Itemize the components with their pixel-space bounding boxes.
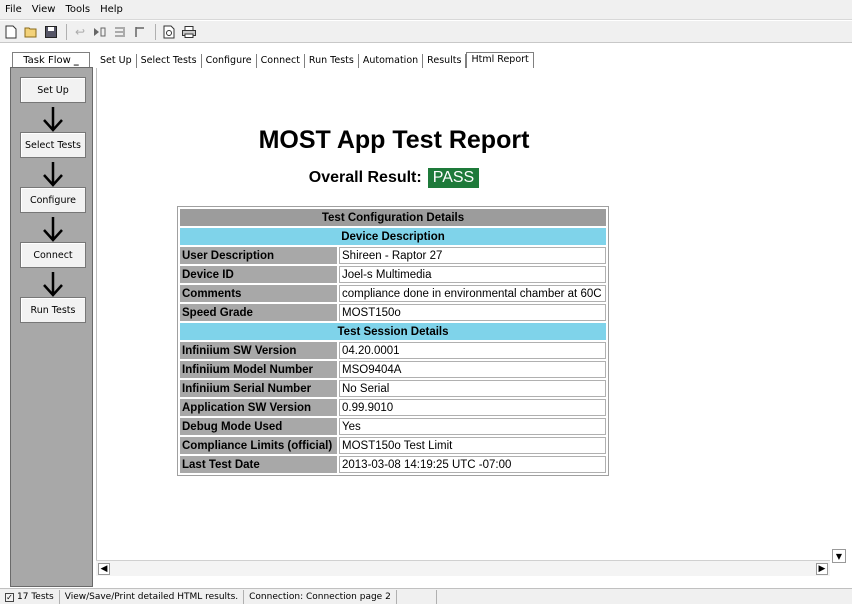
taskflow-run-tests-button[interactable]: Run Tests xyxy=(20,297,86,323)
menu-view[interactable]: View xyxy=(27,0,61,20)
print-icon[interactable] xyxy=(180,23,198,41)
row-label: Last Test Date xyxy=(180,456,337,473)
section-header-row: Device Description xyxy=(180,228,606,245)
new-icon[interactable] xyxy=(2,23,20,41)
menu-tools[interactable]: Tools xyxy=(60,0,95,20)
row-value: MSO9404A xyxy=(339,361,606,378)
status-hint: View/Save/Print detailed HTML results. xyxy=(60,589,245,604)
toolbar: ↩ xyxy=(0,21,852,43)
table-row: Infiniium Serial Number No Serial xyxy=(180,380,606,397)
status-bar: ✓ 17 Tests View/Save/Print detailed HTML … xyxy=(0,588,852,604)
result-badge: PASS xyxy=(427,168,480,188)
stop-icon[interactable] xyxy=(111,23,129,41)
undo-icon[interactable]: ↩ xyxy=(71,23,89,41)
row-value: Yes xyxy=(339,418,606,435)
config-table: Test Configuration Details Device Descri… xyxy=(177,206,609,476)
row-label: Comments xyxy=(180,285,337,302)
toolbar-separator xyxy=(155,23,156,40)
print-preview-icon[interactable] xyxy=(160,23,178,41)
tests-count-label: 17 Tests xyxy=(17,591,54,602)
row-label: Infiniium SW Version xyxy=(180,342,337,359)
tab-results[interactable]: Results xyxy=(423,54,467,69)
row-value: Shireen - Raptor 27 xyxy=(339,247,606,264)
row-label: Debug Mode Used xyxy=(180,418,337,435)
section-title: Test Session Details xyxy=(180,323,606,340)
tab-strip: Set Up Select Tests Configure Connect Ru… xyxy=(96,52,534,69)
flow-arrow-icon xyxy=(43,162,63,187)
taskflow-panel: Set Up Select Tests Configure Connect Ru… xyxy=(10,67,93,587)
overall-result-label: Overall Result: xyxy=(308,169,422,186)
taskflow-setup-button[interactable]: Set Up xyxy=(20,77,86,103)
report-pane: MOST App Test Report Overall Result: PASS… xyxy=(96,68,846,575)
table-title: Test Configuration Details xyxy=(180,209,606,226)
scroll-right-icon[interactable]: ▶ xyxy=(816,563,828,575)
section-header-row: Test Session Details xyxy=(180,323,606,340)
table-row: Debug Mode Used Yes xyxy=(180,418,606,435)
row-value: 04.20.0001 xyxy=(339,342,606,359)
table-row: User Description Shireen - Raptor 27 xyxy=(180,247,606,264)
row-value: MOST150o Test Limit xyxy=(339,437,606,454)
taskflow-connect-button[interactable]: Connect xyxy=(20,242,86,268)
row-label: Compliance Limits (official) xyxy=(180,437,337,454)
tab-run-tests[interactable]: Run Tests xyxy=(304,54,359,69)
row-value: Joel-s Multimedia xyxy=(339,266,606,283)
taskflow-header: Task Flow _ xyxy=(12,52,90,68)
table-row: Comments compliance done in environmenta… xyxy=(180,285,606,302)
table-row: Speed Grade MOST150o xyxy=(180,304,606,321)
scroll-left-icon[interactable]: ◀ xyxy=(98,563,110,575)
tab-connect[interactable]: Connect xyxy=(256,54,305,69)
row-label: User Description xyxy=(180,247,337,264)
row-value: compliance done in environmental chamber… xyxy=(339,285,606,302)
toolbar-separator xyxy=(66,23,67,40)
taskflow-configure-button[interactable]: Configure xyxy=(20,187,86,213)
overall-result: Overall Result: PASS xyxy=(97,168,691,188)
tab-html-report[interactable]: Html Report xyxy=(466,52,534,69)
row-value: 0.99.9010 xyxy=(339,399,606,416)
row-value: MOST150o xyxy=(339,304,606,321)
tab-select-tests[interactable]: Select Tests xyxy=(136,54,202,69)
run-icon[interactable] xyxy=(91,23,109,41)
taskflow-title: Task Flow xyxy=(23,55,71,66)
menu-file[interactable]: File xyxy=(0,0,27,20)
section-title: Device Description xyxy=(180,228,606,245)
table-header-row: Test Configuration Details xyxy=(180,209,606,226)
row-value: No Serial xyxy=(339,380,606,397)
table-row: Device ID Joel-s Multimedia xyxy=(180,266,606,283)
table-row: Infiniium Model Number MSO9404A xyxy=(180,361,606,378)
report-title: MOST App Test Report xyxy=(258,126,530,154)
flow-arrow-icon xyxy=(43,272,63,297)
horizontal-scrollbar[interactable]: ◀ ▶ xyxy=(96,560,830,576)
table-row: Application SW Version 0.99.9010 xyxy=(180,399,606,416)
row-value: 2013-03-08 14:19:25 UTC -07:00 xyxy=(339,456,606,473)
tab-configure[interactable]: Configure xyxy=(201,54,257,69)
status-empty-cell xyxy=(397,589,437,604)
connection-status: Connection: Connection page 2 xyxy=(244,589,397,604)
tab-automation[interactable]: Automation xyxy=(358,54,424,69)
row-label: Speed Grade xyxy=(180,304,337,321)
taskflow-select-tests-button[interactable]: Select Tests xyxy=(20,132,86,158)
row-label: Device ID xyxy=(180,266,337,283)
row-label: Application SW Version xyxy=(180,399,337,416)
row-label: Infiniium Serial Number xyxy=(180,380,337,397)
row-label: Infiniium Model Number xyxy=(180,361,337,378)
menu-bar: File View Tools Help xyxy=(0,0,852,20)
flow-arrow-icon xyxy=(43,217,63,242)
open-icon[interactable] xyxy=(22,23,40,41)
table-row: Infiniium SW Version 04.20.0001 xyxy=(180,342,606,359)
table-row: Last Test Date 2013-03-08 14:19:25 UTC -… xyxy=(180,456,606,473)
tests-count: ✓ 17 Tests xyxy=(0,589,60,604)
menu-help[interactable]: Help xyxy=(95,0,128,20)
skip-icon[interactable] xyxy=(131,23,149,41)
scroll-down-icon[interactable]: ▼ xyxy=(832,549,846,563)
taskflow-pin-button[interactable]: _ xyxy=(74,55,79,66)
tab-setup[interactable]: Set Up xyxy=(96,54,137,69)
save-icon[interactable] xyxy=(42,23,60,41)
table-row: Compliance Limits (official) MOST150o Te… xyxy=(180,437,606,454)
check-icon: ✓ xyxy=(5,592,14,602)
flow-arrow-icon xyxy=(43,107,63,132)
